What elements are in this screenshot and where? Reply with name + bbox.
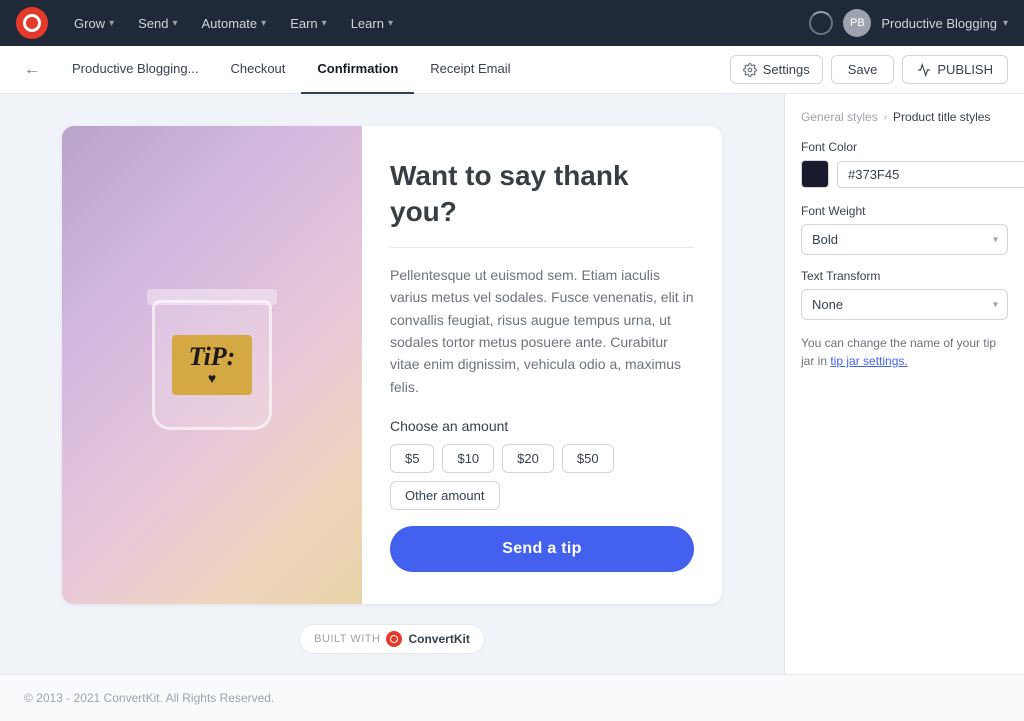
text-transform-select[interactable]: None Uppercase Lowercase Capitalize [801, 289, 1008, 320]
main-layout: TiP: ♥ Want to say thank you? Pellentesq… [0, 94, 1024, 674]
tip-card: TiP: ♥ Want to say thank you? Pellentesq… [62, 126, 722, 604]
chevron-down-icon: ▾ [172, 18, 177, 29]
tip-title: Want to say thank you? [390, 158, 694, 231]
amount-50[interactable]: $50 [562, 444, 614, 473]
chevron-down-icon: ▾ [1003, 18, 1008, 29]
settings-button[interactable]: Settings [730, 55, 823, 84]
panel-note: You can change the name of your tip jar … [801, 334, 1008, 370]
chevron-down-icon: ▾ [109, 18, 114, 29]
right-panel: General styles › Product title styles Fo… [784, 94, 1024, 674]
save-button[interactable]: Save [831, 55, 895, 84]
nav-right: PB Productive Blogging ▾ [809, 9, 1008, 37]
choose-amount-label: Choose an amount [390, 418, 694, 434]
nav-item-earn[interactable]: Earn ▾ [280, 10, 337, 37]
chevron-down-icon: ▾ [388, 18, 393, 29]
amount-buttons: $5 $10 $20 $50 Other amount [390, 444, 694, 510]
breadcrumb: General styles › Product title styles [801, 110, 1008, 124]
tab-receipt-email[interactable]: Receipt Email [414, 46, 526, 94]
jar-lid [147, 289, 277, 305]
tip-divider [390, 247, 694, 248]
tip-jar-visual: TiP: ♥ [152, 300, 272, 430]
footer: © 2013 - 2021 ConvertKit. All Rights Res… [0, 674, 1024, 721]
second-nav: ← Productive Blogging... Checkout Confir… [0, 46, 1024, 94]
text-transform-label: Text Transform [801, 269, 1008, 283]
avatar: PB [843, 9, 871, 37]
amount-10[interactable]: $10 [442, 444, 494, 473]
nav-item-learn[interactable]: Learn ▾ [341, 10, 403, 37]
nav-item-send[interactable]: Send ▾ [128, 10, 187, 37]
amount-20[interactable]: $20 [502, 444, 554, 473]
jar-label-text: TiP: [189, 344, 236, 370]
nav-item-grow[interactable]: Grow ▾ [64, 10, 124, 37]
color-value-input[interactable] [837, 161, 1024, 188]
font-color-label: Font Color [801, 140, 1008, 154]
content-area: TiP: ♥ Want to say thank you? Pellentesq… [0, 94, 784, 674]
amount-other[interactable]: Other amount [390, 481, 500, 510]
chevron-down-icon: ▾ [261, 18, 266, 29]
color-swatch[interactable] [801, 160, 829, 188]
jar-heart: ♥ [208, 370, 216, 386]
logo[interactable] [16, 7, 48, 39]
ck-logo-inner [390, 635, 398, 643]
send-tip-button[interactable]: Send a tip [390, 526, 694, 572]
amount-5[interactable]: $5 [390, 444, 434, 473]
publish-icon [917, 63, 931, 77]
top-nav: Grow ▾ Send ▾ Automate ▾ Earn ▾ Learn ▾ … [0, 0, 1024, 46]
text-transform-select-wrapper: None Uppercase Lowercase Capitalize ▾ [801, 289, 1008, 320]
tip-description: Pellentesque ut euismod sem. Etiam iacul… [390, 264, 694, 398]
nav-item-automate[interactable]: Automate ▾ [192, 10, 277, 37]
user-menu[interactable]: Productive Blogging ▾ [881, 16, 1008, 31]
breadcrumb-chevron-icon: › [884, 112, 887, 123]
jar-label: TiP: ♥ [172, 335, 252, 395]
back-button[interactable]: ← [16, 57, 48, 83]
chevron-down-icon: ▾ [322, 18, 327, 29]
convertkit-logo-icon [386, 631, 402, 647]
logo-icon [23, 14, 41, 32]
tab-productive-blogging[interactable]: Productive Blogging... [56, 46, 214, 94]
tab-confirmation[interactable]: Confirmation [301, 46, 414, 94]
tip-image: TiP: ♥ [62, 126, 362, 604]
color-row [801, 160, 1008, 188]
tip-jar-settings-link[interactable]: tip jar settings. [830, 354, 907, 368]
font-weight-select[interactable]: Bold Normal Light [801, 224, 1008, 255]
publish-button[interactable]: PUBLISH [902, 55, 1008, 84]
settings-icon [743, 63, 757, 77]
loading-spinner [809, 11, 833, 35]
second-nav-right: Settings Save PUBLISH [730, 55, 1008, 84]
font-weight-label: Font Weight [801, 204, 1008, 218]
jar-body: TiP: ♥ [152, 300, 272, 430]
font-weight-select-wrapper: Bold Normal Light ▾ [801, 224, 1008, 255]
built-with-badge: BUILT WITH ConvertKit [299, 624, 485, 654]
tip-content: Want to say thank you? Pellentesque ut e… [362, 126, 722, 604]
tab-checkout[interactable]: Checkout [214, 46, 301, 94]
